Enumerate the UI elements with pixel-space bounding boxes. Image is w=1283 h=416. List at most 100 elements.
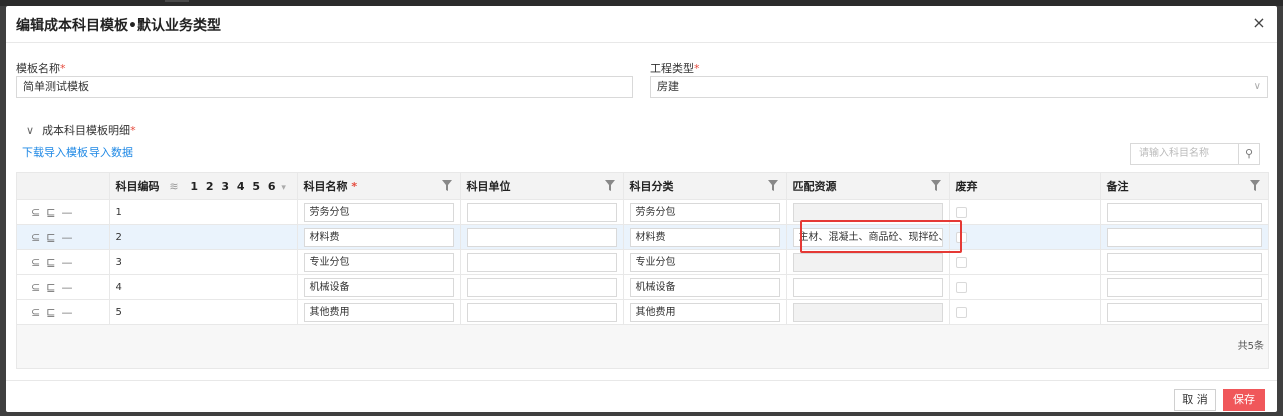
search-placeholder: 请输入科目名称 — [1139, 148, 1209, 159]
name-input[interactable]: 材料费 — [303, 227, 454, 247]
template-name-input[interactable]: 简单测试模板 — [16, 76, 633, 98]
discard-cell — [949, 249, 1101, 275]
resource-input[interactable]: 主材、混凝土、商品砼、现拌砼、 — [792, 227, 949, 247]
category-input[interactable]: 劳务分包 — [629, 202, 780, 222]
filter-icon[interactable] — [441, 180, 452, 191]
chevron-down-icon: ∨ — [1253, 81, 1261, 92]
discard-checkbox[interactable] — [955, 281, 967, 293]
unit-input[interactable] — [466, 202, 617, 222]
remark-cell — [1100, 274, 1269, 300]
insert-sibling-icon[interactable]: ⊆ — [31, 281, 40, 294]
modal-title: 编辑成本科目模板•默认业务类型 — [16, 18, 221, 34]
insert-child-icon[interactable]: ⊑ — [46, 281, 55, 294]
remark-input[interactable] — [1106, 202, 1262, 222]
cancel-button[interactable]: 取 消 — [1174, 389, 1216, 411]
table-row[interactable]: ⊆ ⊑ —2 材料费 材料费 主材、混凝土、商品砼、现拌砼、 — [17, 224, 1269, 250]
chevron-down-icon: ∨ — [26, 124, 35, 137]
code-value: 2 — [115, 231, 122, 243]
table-row[interactable]: ⊆ ⊑ — 1 劳务分包 劳务分包 — [17, 199, 1269, 225]
delete-row-icon[interactable]: — — [61, 256, 72, 269]
insert-child-icon[interactable]: ⊑ — [46, 256, 55, 269]
project-type-select[interactable]: 房建 ∨ — [650, 76, 1268, 98]
remark-input[interactable] — [1106, 277, 1262, 297]
unit-input[interactable] — [466, 252, 617, 272]
header-discard: 废弃 — [949, 173, 1101, 200]
table-header-row: 科目编码 ≋ 1 2 3 4 5 6 ▾ 科目名称 * 科目单位 科目分类 匹配… — [17, 173, 1269, 200]
header-remark: 备注 — [1100, 173, 1269, 200]
level-selector[interactable]: 1 2 3 4 5 6 — [190, 180, 277, 193]
remark-cell — [1100, 224, 1269, 250]
name-input[interactable]: 专业分包 — [303, 252, 454, 272]
template-name-label: 模板名称* — [16, 60, 66, 76]
table-row[interactable]: ⊆ ⊑ — 5 其他费用 其他费用 — [17, 299, 1269, 325]
discard-checkbox[interactable] — [955, 306, 967, 318]
section-toggle[interactable]: ∨ 成本科目模板明细* — [26, 122, 136, 138]
import-data-link[interactable]: 导入数据 — [89, 144, 133, 160]
category-cell: 专业分包 — [623, 249, 787, 275]
filter-icon[interactable] — [604, 180, 615, 191]
insert-child-icon[interactable]: ⊑ — [46, 206, 55, 219]
insert-sibling-icon[interactable]: ⊆ — [31, 206, 40, 219]
unit-input[interactable] — [466, 227, 617, 247]
caret-down-icon[interactable]: ▾ — [281, 183, 286, 193]
discard-checkbox[interactable] — [955, 231, 967, 243]
unit-input[interactable] — [466, 277, 617, 297]
delete-row-icon[interactable]: — — [61, 231, 72, 244]
resource-cell — [786, 199, 950, 225]
row-actions: ⊆ ⊑ — — [17, 299, 110, 325]
discard-cell — [949, 299, 1101, 325]
category-cell: 其他费用 — [623, 299, 787, 325]
row-actions: ⊆ ⊑ — — [17, 199, 110, 225]
remark-input[interactable] — [1106, 227, 1262, 247]
table-row[interactable]: ⊆ ⊑ — 4 机械设备 机械设备 — [17, 274, 1269, 300]
close-icon[interactable]: × — [1249, 13, 1269, 33]
name-cell: 专业分包 — [297, 249, 461, 275]
unit-cell — [460, 224, 624, 250]
resource-input[interactable] — [792, 277, 943, 297]
filter-icon[interactable] — [1249, 180, 1260, 191]
modal-footer: 取 消 保存 — [6, 380, 1277, 412]
header-resource: 匹配资源 — [786, 173, 950, 200]
discard-checkbox[interactable] — [955, 256, 967, 268]
resource-input[interactable] — [792, 302, 943, 322]
category-input[interactable]: 材料费 — [629, 227, 780, 247]
unit-input[interactable] — [466, 302, 617, 322]
discard-checkbox[interactable] — [955, 206, 967, 218]
save-button[interactable]: 保存 — [1223, 389, 1265, 411]
discard-cell — [949, 274, 1101, 300]
insert-sibling-icon[interactable]: ⊆ — [31, 306, 40, 319]
subject-search-input[interactable]: 请输入科目名称 ⚲ — [1130, 143, 1260, 165]
delete-row-icon[interactable]: — — [61, 281, 72, 294]
category-input[interactable]: 专业分包 — [629, 252, 780, 272]
insert-child-icon[interactable]: ⊑ — [46, 231, 55, 244]
required-mark: * — [351, 180, 358, 193]
remark-input[interactable] — [1106, 302, 1262, 322]
name-input[interactable]: 机械设备 — [303, 277, 454, 297]
search-icon[interactable]: ⚲ — [1238, 144, 1259, 164]
code-cell: 2 — [109, 224, 298, 250]
name-input[interactable]: 劳务分包 — [303, 202, 454, 222]
resource-input[interactable] — [792, 252, 943, 272]
download-template-link[interactable]: 下载导入模板 — [22, 144, 88, 160]
insert-sibling-icon[interactable]: ⊆ — [31, 231, 40, 244]
remark-cell — [1100, 299, 1269, 325]
template-name-label-text: 模板名称 — [16, 62, 60, 75]
project-type-label-text: 工程类型 — [650, 62, 694, 75]
header-actions — [17, 173, 110, 200]
header-code: 科目编码 ≋ 1 2 3 4 5 6 ▾ — [109, 173, 298, 200]
header-unit-label: 科目单位 — [466, 180, 511, 193]
category-input[interactable]: 其他费用 — [629, 302, 780, 322]
insert-sibling-icon[interactable]: ⊆ — [31, 256, 40, 269]
code-cell: 4 — [109, 274, 298, 300]
filter-icon[interactable] — [930, 180, 941, 191]
delete-row-icon[interactable]: — — [61, 306, 72, 319]
category-input[interactable]: 机械设备 — [629, 277, 780, 297]
filter-icon[interactable] — [767, 180, 778, 191]
remark-input[interactable] — [1106, 252, 1262, 272]
subject-table: 科目编码 ≋ 1 2 3 4 5 6 ▾ 科目名称 * 科目单位 科目分类 匹配… — [16, 172, 1269, 369]
table-row[interactable]: ⊆ ⊑ — 3 专业分包 专业分包 — [17, 249, 1269, 275]
delete-row-icon[interactable]: — — [61, 206, 72, 219]
name-input[interactable]: 其他费用 — [303, 302, 454, 322]
resource-input[interactable] — [792, 202, 943, 222]
insert-child-icon[interactable]: ⊑ — [46, 306, 55, 319]
